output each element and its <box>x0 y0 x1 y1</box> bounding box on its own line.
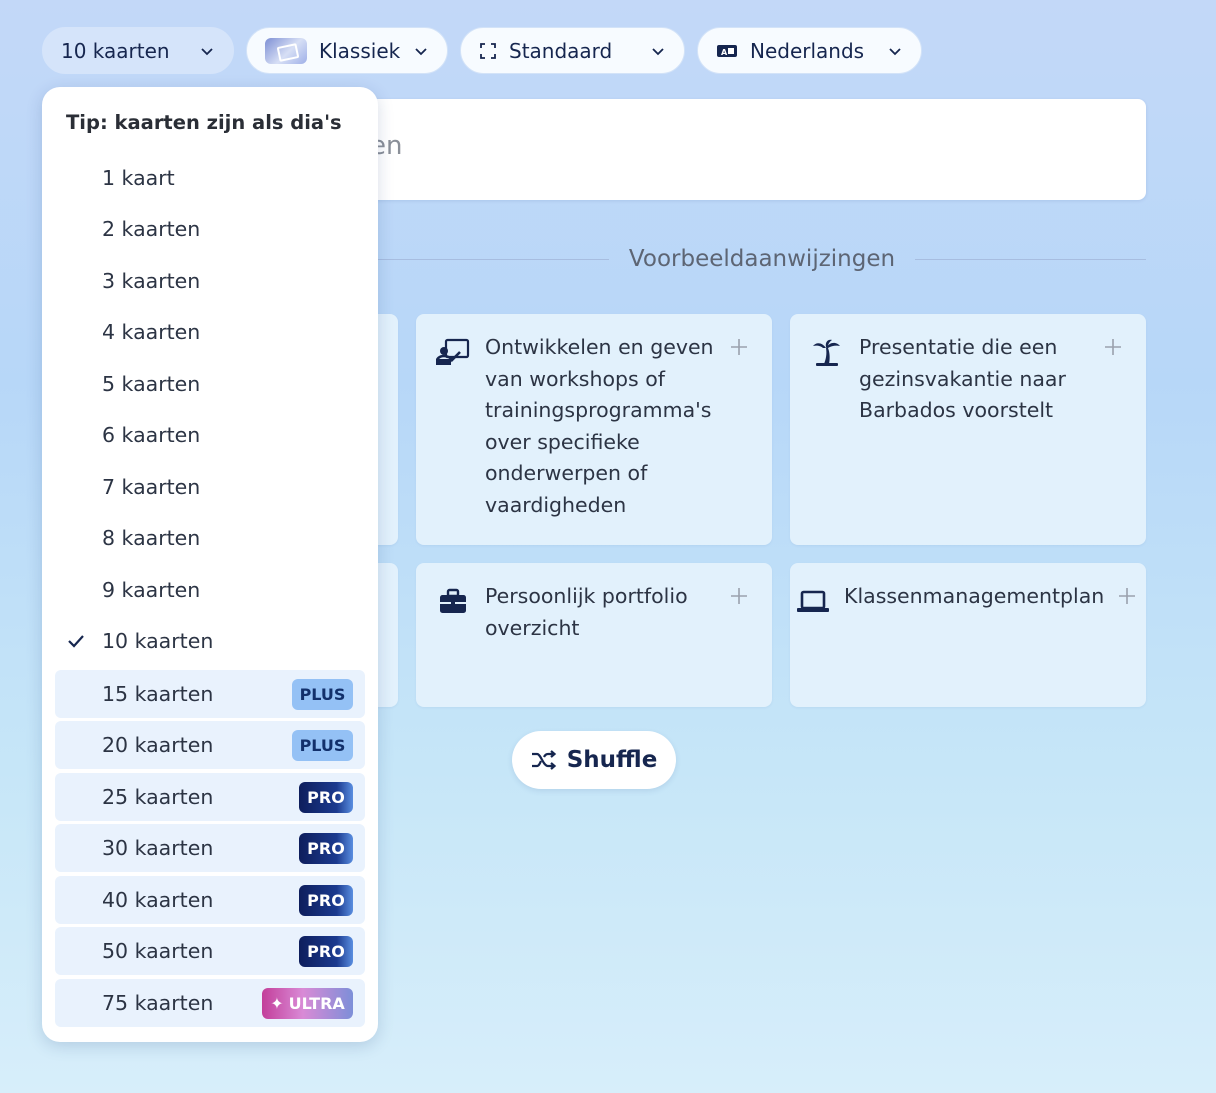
menu-item-label: 10 kaarten <box>102 629 214 653</box>
menu-item-label: 50 kaarten <box>102 939 214 963</box>
shuffle-icon <box>531 750 556 770</box>
menu-item[interactable]: 15 kaarten PLUS <box>55 670 365 718</box>
example-card-text: Klassenmanagementplan <box>844 584 1105 608</box>
menu-item[interactable]: 2 kaarten <box>55 205 365 253</box>
format-label: Standaard <box>509 38 613 63</box>
theme-thumbnail <box>265 37 307 64</box>
example-card-text: Ontwikkelen en geven van workshops of tr… <box>485 335 714 517</box>
presentation-person-icon <box>436 338 470 366</box>
divider <box>378 258 609 260</box>
menu-item-label: 30 kaarten <box>102 836 214 860</box>
menu-tip: Tip: kaarten zijn als dia's <box>66 111 342 134</box>
example-card-text: Presentatie die een gezinsvakantie naar … <box>859 335 1066 422</box>
example-card[interactable]: Klassenmanagementplan <box>790 563 1146 707</box>
sparkle-icon: ✦ <box>270 994 284 1013</box>
menu-item-label: 8 kaarten <box>102 526 201 550</box>
card-count-menu: Tip: kaarten zijn als dia's 1 kaart 2 ka… <box>42 87 378 1042</box>
shuffle-label: Shuffle <box>566 747 658 773</box>
prompt-input[interactable]: en <box>330 99 1146 200</box>
pro-badge: PRO <box>299 936 353 967</box>
menu-item[interactable]: 9 kaarten <box>55 566 365 614</box>
menu-item-label: 1 kaart <box>102 166 175 190</box>
menu-item-label: 5 kaarten <box>102 372 201 396</box>
examples-heading: Voorbeeldaanwijzingen <box>378 243 1147 275</box>
ultra-badge: ✦ ULTRA <box>262 988 353 1019</box>
aspect-ratio-icon <box>479 42 497 60</box>
svg-text:A: A <box>721 48 728 57</box>
chevron-down-icon <box>415 48 427 56</box>
example-card[interactable]: Ontwikkelen en geven van workshops of tr… <box>416 314 772 545</box>
card-count-dropdown[interactable]: 10 kaarten <box>42 27 234 74</box>
menu-item[interactable]: 6 kaarten <box>55 411 365 459</box>
theme-dropdown[interactable]: Klassiek <box>246 27 448 74</box>
menu-item-label: 2 kaarten <box>102 217 201 241</box>
language-dropdown[interactable]: A Nederlands <box>697 27 922 74</box>
menu-item[interactable]: 50 kaarten PRO <box>55 927 365 975</box>
menu-item-label: 20 kaarten <box>102 733 214 757</box>
language-icon: A <box>716 43 738 59</box>
menu-item-label: 15 kaarten <box>102 682 214 706</box>
plus-badge: PLUS <box>292 679 353 710</box>
menu-item[interactable]: 8 kaarten <box>55 514 365 562</box>
menu-item[interactable]: 20 kaarten PLUS <box>55 721 365 769</box>
menu-item[interactable]: 1 kaart <box>55 154 365 202</box>
format-dropdown[interactable]: Standaard <box>460 27 685 74</box>
pro-badge: PRO <box>299 885 353 916</box>
add-icon[interactable] <box>1116 585 1138 607</box>
menu-item-label: 3 kaarten <box>102 269 201 293</box>
palm-tree-icon <box>813 339 840 366</box>
menu-item[interactable]: 5 kaarten <box>55 360 365 408</box>
ultra-badge-text: ULTRA <box>288 994 345 1013</box>
language-label: Nederlands <box>750 38 865 63</box>
menu-item[interactable]: 30 kaarten PRO <box>55 824 365 872</box>
menu-item[interactable]: 4 kaarten <box>55 308 365 356</box>
menu-item[interactable]: 40 kaarten PRO <box>55 876 365 924</box>
pro-badge: PRO <box>299 833 353 864</box>
menu-item-selected[interactable]: 10 kaarten <box>55 617 365 665</box>
examples-heading-text: Voorbeeldaanwijzingen <box>628 246 896 272</box>
chevron-down-icon <box>201 48 213 56</box>
add-icon[interactable] <box>728 585 750 607</box>
menu-item-label: 7 kaarten <box>102 475 201 499</box>
example-card[interactable]: Persoonlijk portfolio overzicht <box>416 563 772 707</box>
example-card-text: Persoonlijk portfolio overzicht <box>485 584 688 640</box>
shuffle-button[interactable]: Shuffle <box>512 731 676 789</box>
menu-item-label: 9 kaarten <box>102 578 201 602</box>
plus-badge: PLUS <box>292 730 353 761</box>
menu-item[interactable]: 75 kaarten ✦ ULTRA <box>55 979 365 1027</box>
divider <box>915 258 1147 260</box>
menu-item-label: 75 kaarten <box>102 991 214 1015</box>
add-icon[interactable] <box>1102 336 1124 358</box>
chevron-down-icon <box>889 48 901 56</box>
menu-item-label: 6 kaarten <box>102 423 201 447</box>
briefcase-icon <box>440 588 466 613</box>
card-count-label: 10 kaarten <box>61 38 170 63</box>
add-icon[interactable] <box>728 336 750 358</box>
menu-item[interactable]: 7 kaarten <box>55 463 365 511</box>
laptop-icon <box>797 590 829 612</box>
pro-badge: PRO <box>299 782 353 813</box>
chevron-down-icon <box>652 48 664 56</box>
menu-item-label: 40 kaarten <box>102 888 214 912</box>
menu-item-label: 25 kaarten <box>102 785 214 809</box>
theme-label: Klassiek <box>319 38 401 63</box>
menu-item[interactable]: 25 kaarten PRO <box>55 773 365 821</box>
example-card[interactable]: Presentatie die een gezinsvakantie naar … <box>790 314 1146 545</box>
menu-item-label: 4 kaarten <box>102 320 201 344</box>
check-icon <box>68 635 84 648</box>
menu-item[interactable]: 3 kaarten <box>55 257 365 305</box>
